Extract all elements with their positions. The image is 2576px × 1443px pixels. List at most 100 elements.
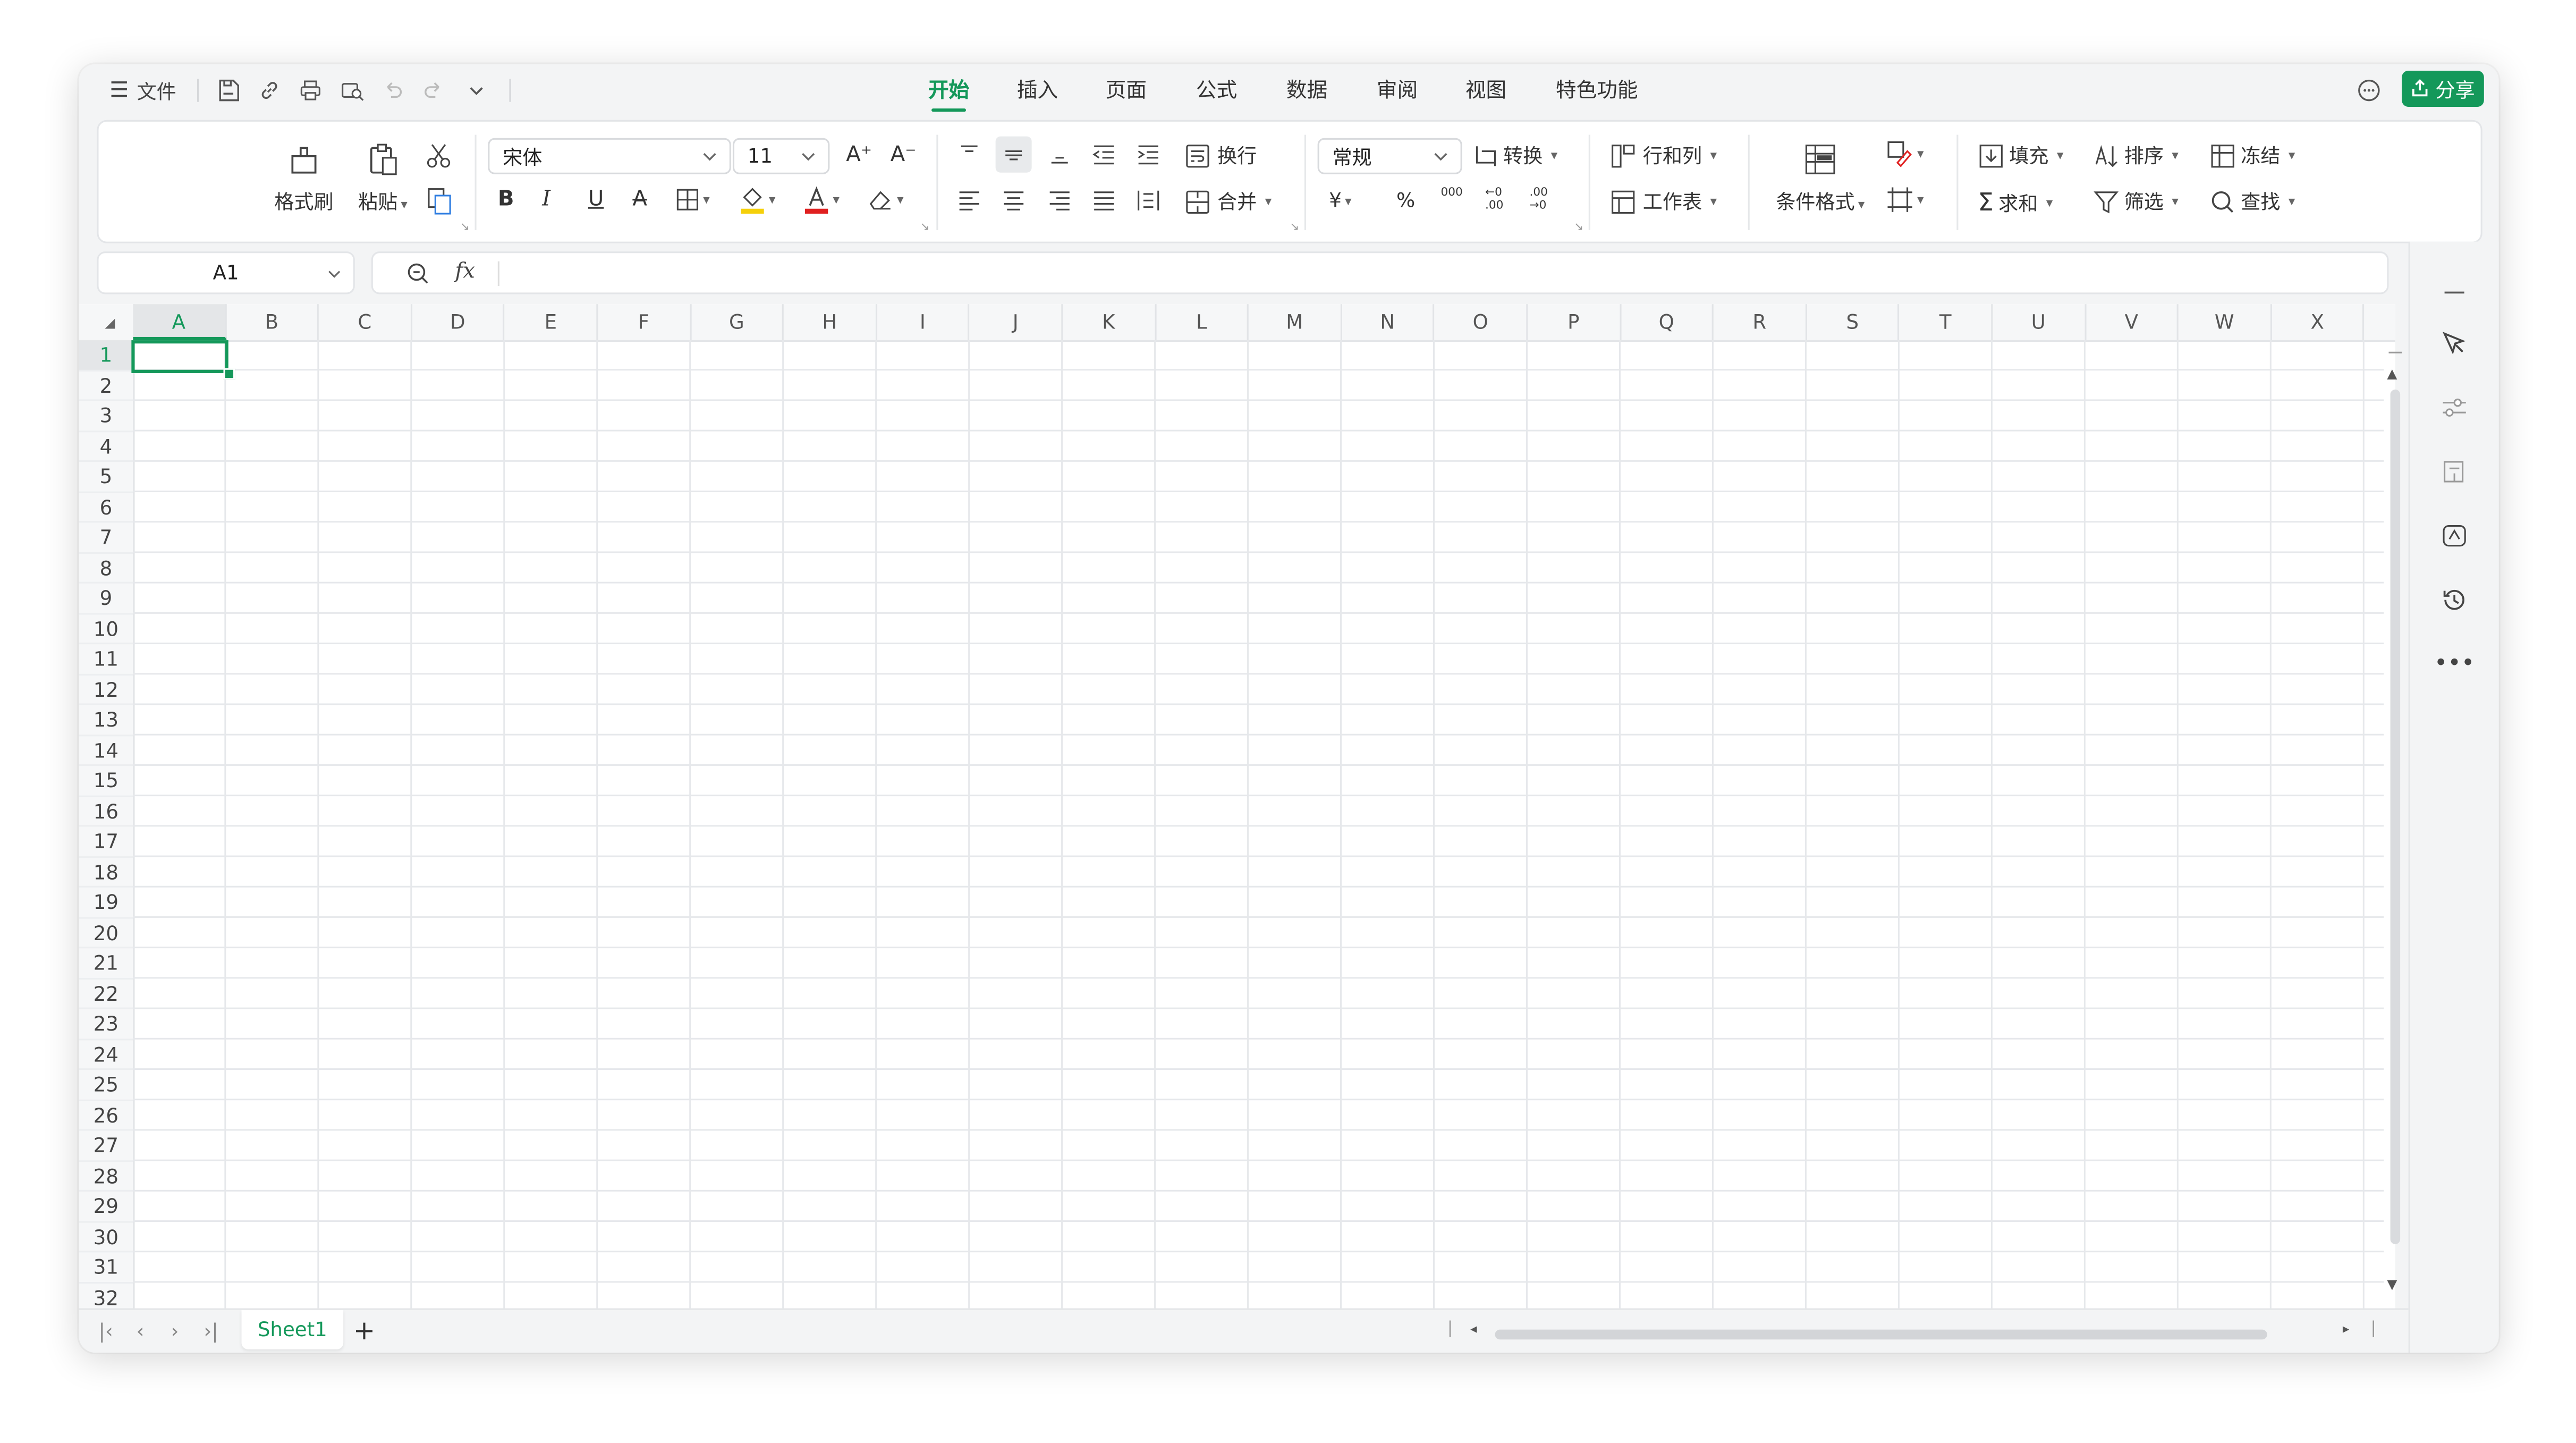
column-header[interactable]: S [1807,304,1900,341]
fx-icon[interactable]: fx [455,260,475,284]
increase-indent-icon[interactable] [1135,141,1161,167]
row-header[interactable]: 26 [79,1100,133,1131]
row-header[interactable]: 22 [79,978,133,1009]
row-header[interactable]: 4 [79,432,133,462]
settings-sliders-icon[interactable] [2436,390,2472,426]
column-header[interactable]: W [2179,304,2272,341]
column-header[interactable]: I [877,304,970,341]
align-middle-icon[interactable] [995,136,1032,173]
column-header[interactable]: G [691,304,784,341]
clear-format-button[interactable]: ▾ [867,188,904,212]
collapse-icon[interactable] [2436,274,2472,310]
decrease-indent-icon[interactable] [1091,141,1117,167]
select-all-corner[interactable]: ◢ [79,304,135,341]
align-left-icon[interactable] [956,188,982,214]
select-cursor-icon[interactable] [2436,325,2472,361]
column-header[interactable]: U [1993,304,2086,341]
find-button[interactable]: 查找 ▾ [2209,188,2295,216]
column-header[interactable]: D [412,304,505,341]
clipboard-launcher-icon[interactable]: ↘ [460,220,470,233]
row-header[interactable]: 29 [79,1192,133,1222]
comment-icon[interactable] [2352,77,2385,103]
column-header[interactable]: J [970,304,1063,341]
row-header[interactable]: 3 [79,401,133,432]
chevron-down-icon[interactable] [462,77,492,103]
thousands-button[interactable]: 000 [1441,185,1463,199]
column-header[interactable]: Q [1621,304,1714,341]
tab-view[interactable]: 视图 [1465,75,1506,105]
row-header[interactable]: 31 [79,1252,133,1283]
font-launcher-icon[interactable]: ↘ [920,220,929,233]
underline-button[interactable]: U [588,188,604,212]
row-header[interactable]: 27 [79,1131,133,1161]
column-header[interactable]: V [2086,304,2179,341]
row-header[interactable]: 20 [79,918,133,949]
row-header[interactable]: 25 [79,1070,133,1101]
row-header[interactable]: 10 [79,614,133,645]
save-icon[interactable] [214,77,243,103]
file-menu-button[interactable]: ☰ 文件 [102,77,184,103]
font-color-button[interactable]: ▾ [803,185,840,214]
row-header[interactable]: 19 [79,888,133,918]
row-header[interactable]: 11 [79,644,133,675]
row-header[interactable]: 1 [79,340,133,371]
column-header[interactable]: P [1528,304,1621,341]
row-header[interactable]: 28 [79,1161,133,1192]
prev-sheet-icon[interactable]: ‹ [137,1320,145,1343]
percent-button[interactable]: % [1396,189,1415,212]
font-size-select[interactable]: 11 [732,138,830,174]
paste-button[interactable]: 粘贴 ▾ [350,141,416,215]
print-preview-icon[interactable] [337,77,367,103]
row-header[interactable]: 18 [79,857,133,888]
row-header[interactable]: 15 [79,766,133,797]
row-header[interactable]: 6 [79,492,133,523]
row-header[interactable]: 12 [79,674,133,705]
row-header[interactable]: 13 [79,705,133,736]
name-box[interactable]: A1 [97,251,355,294]
row-header[interactable]: 9 [79,584,133,614]
currency-button[interactable]: ¥ ▾ [1329,189,1351,212]
link-icon[interactable] [255,77,284,103]
column-header[interactable]: H [784,304,877,341]
row-header[interactable]: 2 [79,370,133,401]
bold-button[interactable]: B [498,188,514,212]
vertical-scrollbar[interactable]: ▲ ▼ [2385,340,2405,1308]
borders-button[interactable]: ▾ [675,188,710,212]
smart-tool-icon[interactable] [2436,518,2472,554]
alignment-launcher-icon[interactable]: ↘ [1290,220,1299,233]
decrease-font-button[interactable]: A⁻ [891,143,917,167]
fill-color-button[interactable]: ▾ [739,185,775,214]
format-painter-button[interactable]: 格式刷 [271,141,337,215]
decrease-decimal-button[interactable]: .00 →0 [1529,185,1559,212]
font-family-select[interactable]: 宋体 [488,138,731,174]
row-header[interactable]: 14 [79,736,133,766]
scroll-up-icon[interactable]: ▲ [2387,367,2397,382]
scroll-down-icon[interactable]: ▼ [2387,1277,2397,1292]
row-header[interactable]: 8 [79,553,133,584]
table-style-button[interactable]: ▾ [1886,185,1924,214]
align-right-icon[interactable] [1046,188,1072,214]
align-center-icon[interactable] [1001,188,1027,214]
print-icon[interactable] [296,77,326,103]
cell-grid[interactable] [133,340,2384,1309]
tab-data[interactable]: 数据 [1286,75,1327,105]
row-header[interactable]: 7 [79,522,133,553]
tab-page[interactable]: 页面 [1106,75,1147,105]
cell-style-button[interactable]: ▾ [1886,140,1924,168]
row-col-button[interactable]: 行和列 ▾ [1610,141,1717,170]
row-header[interactable]: 23 [79,1009,133,1040]
conditional-format-button[interactable]: 条件格式 ▾ [1768,141,1873,215]
share-button[interactable]: 分享 [2402,70,2484,107]
italic-button[interactable]: I [542,188,550,212]
history-icon[interactable] [2436,582,2472,618]
transform-icon[interactable] [2436,453,2472,490]
convert-button[interactable]: 转换 ▾ [1472,141,1557,170]
tab-home[interactable]: 开始 [928,75,969,112]
align-top-icon[interactable] [956,141,982,167]
column-header[interactable]: L [1156,304,1249,341]
more-icon[interactable]: ••• [2434,646,2475,682]
freeze-button[interactable]: 冻结 ▾ [2209,141,2295,170]
fill-button[interactable]: 填充 ▾ [1978,141,2063,170]
number-format-select[interactable]: 常规 [1317,138,1462,174]
sum-button[interactable]: Σ 求和 ▾ [1978,188,2053,217]
